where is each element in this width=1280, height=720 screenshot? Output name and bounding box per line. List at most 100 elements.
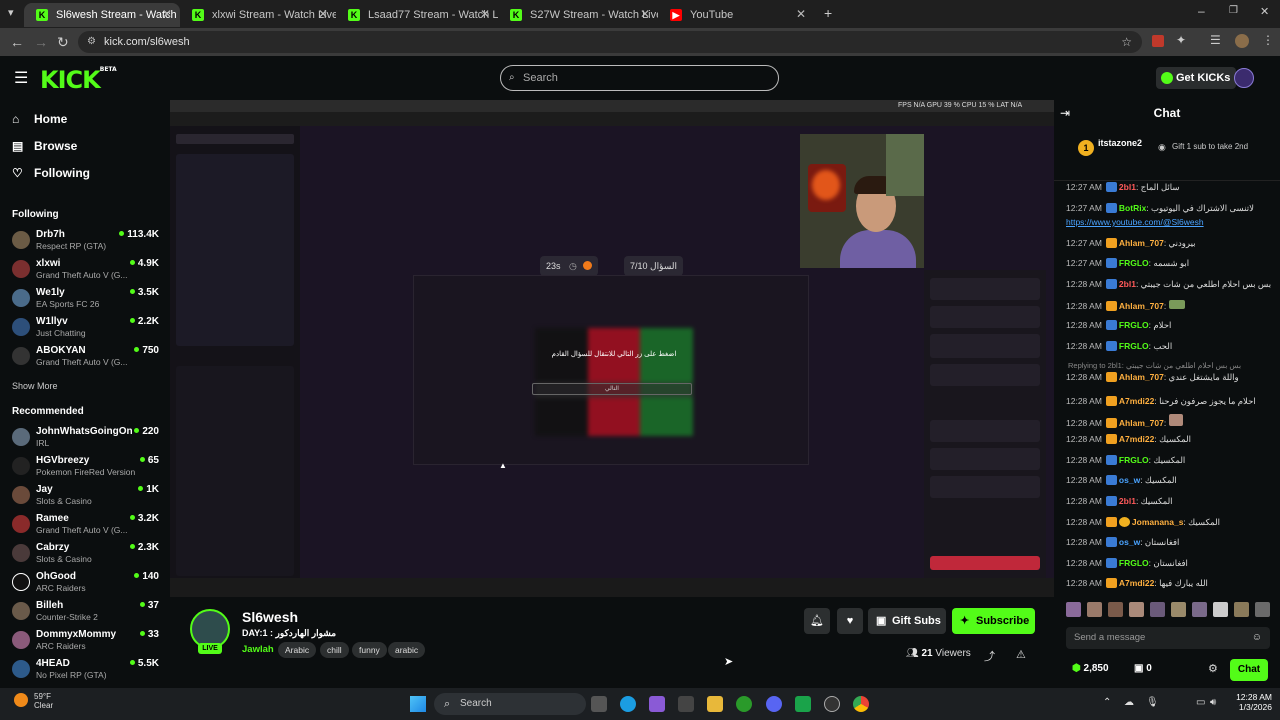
minimize-icon[interactable]: –: [1198, 4, 1205, 18]
send-chat-button[interactable]: Chat: [1230, 659, 1268, 681]
extensions-puzzle-icon[interactable]: ✦: [1176, 33, 1186, 47]
video-player[interactable]: FPS N/A GPU 39 % CPU 15 % LAT N/A 23s ◷ …: [170, 100, 1054, 597]
close-tab-icon[interactable]: ✕: [796, 7, 806, 21]
obs-icon[interactable]: [824, 696, 840, 712]
task-view-icon[interactable]: [591, 696, 607, 712]
tab-xlxwi[interactable]: K xlxwi Stream - Watch Live on K ✕: [180, 3, 336, 27]
tag-chill[interactable]: chill: [320, 642, 349, 658]
nav-following[interactable]: ♡ Following: [12, 166, 90, 180]
recommended-channel[interactable]: JohnWhatsGoingOn IRL 220: [12, 426, 162, 452]
following-channel[interactable]: We1ly EA Sports FC 26 3.5K: [12, 287, 162, 313]
recommended-channel[interactable]: Cabrzy Slots & Casino 2.3K: [12, 542, 162, 568]
recommended-channel[interactable]: Ramee Grand Theft Auto V (G... 3.2K: [12, 513, 162, 539]
new-tab-icon[interactable]: +: [824, 5, 832, 21]
nav-browse[interactable]: ▤ Browse: [12, 139, 77, 153]
extension-icon[interactable]: [1152, 35, 1164, 47]
system-clock[interactable]: 12:28 AM 1/3/2026: [1224, 692, 1272, 712]
file-explorer-icon[interactable]: [707, 696, 723, 712]
show-more-link[interactable]: Show More: [12, 381, 58, 391]
subscribe-button[interactable]: ✦ Subscribe: [952, 608, 1035, 634]
recommended-channel[interactable]: Jay Slots & Casino 1K: [12, 484, 162, 510]
following-channel[interactable]: Drb7h Respect RP (GTA) 113.4K: [12, 229, 162, 255]
kick-logo[interactable]: KICKBETA: [40, 66, 117, 94]
gift-subs-button[interactable]: ▣ Gift Subs: [868, 608, 946, 634]
url-field[interactable]: ⚙ kick.com/sl6wesh ☆: [78, 31, 1142, 53]
emote-icon[interactable]: [1213, 602, 1228, 617]
site-info-icon[interactable]: ⚙: [87, 31, 96, 53]
recommended-channel[interactable]: OhGood ARC Raiders 140: [12, 571, 162, 597]
emote-icon[interactable]: [1087, 602, 1102, 617]
profile-avatar[interactable]: [1235, 34, 1249, 48]
tab-youtube[interactable]: ▶ YouTube ✕: [658, 3, 814, 27]
emote-icon[interactable]: [1150, 602, 1165, 617]
stream-category[interactable]: Jawlah: [242, 644, 274, 655]
network-icon[interactable]: ▭: [1196, 697, 1205, 708]
tag-funny[interactable]: funny: [352, 642, 387, 658]
emote-icon[interactable]: [1171, 602, 1186, 617]
app-icon[interactable]: [795, 696, 811, 712]
reading-list-icon[interactable]: ☰: [1210, 33, 1221, 47]
site-header: ☰ KICKBETA ⌕ Search Get KICKs: [0, 56, 1280, 100]
emote-icon[interactable]: [1108, 602, 1123, 617]
search-input[interactable]: ⌕ Search: [500, 65, 779, 91]
recommended-channel[interactable]: 4HEAD No Pixel RP (GTA) 5.5K: [12, 658, 162, 684]
chat-link[interactable]: https://www.youtube.com/@Sl6wesh: [1066, 217, 1272, 227]
streamer-name[interactable]: Sl6wesh: [242, 609, 298, 625]
emoji-icon[interactable]: ☺: [1252, 627, 1262, 649]
forward-icon[interactable]: →: [34, 34, 48, 50]
taskbar-search[interactable]: ⌕ Search: [434, 693, 586, 715]
weather-widget[interactable]: 59°F Clear: [34, 692, 53, 710]
share-icon[interactable]: ⤴: [984, 648, 995, 664]
edge-icon[interactable]: [620, 696, 636, 712]
maximize-icon[interactable]: ❐: [1229, 5, 1238, 16]
browser-menu-icon[interactable]: ⋮: [1262, 33, 1274, 47]
following-channel[interactable]: ABOKYAN Grand Theft Auto V (G... 750: [12, 345, 162, 371]
recommended-channel[interactable]: HGVbreezy Pokemon FireRed Version 65: [12, 455, 162, 481]
user-avatar[interactable]: [1234, 68, 1254, 88]
reload-icon[interactable]: ↻: [57, 34, 69, 51]
menu-hamburger-icon[interactable]: ☰: [14, 68, 28, 88]
nav-home[interactable]: ⌂ Home: [12, 112, 67, 126]
close-window-icon[interactable]: ✕: [1260, 5, 1269, 18]
tab-list-icon[interactable]: ▾: [8, 6, 14, 19]
following-channel[interactable]: W1llyv Just Chatting 2.2K: [12, 316, 162, 342]
bookmark-star-icon[interactable]: ☆: [1121, 31, 1132, 53]
emote-icon[interactable]: [1066, 602, 1081, 617]
back-icon[interactable]: ←: [10, 34, 24, 50]
gift-count[interactable]: ▣ 0: [1134, 663, 1152, 674]
tray-chevron-icon[interactable]: ⌃: [1103, 697, 1111, 708]
tag-arabic-2[interactable]: arabic: [388, 642, 426, 658]
close-tab-icon[interactable]: ✕: [318, 7, 328, 21]
channel-points[interactable]: ⬢ 2,850: [1072, 663, 1109, 674]
tab-sl6wesh[interactable]: K Sl6wesh Stream - Watch Live o ✕: [24, 3, 180, 27]
tab-s27w[interactable]: K S27W Stream - Watch Live on K ✕: [498, 3, 658, 27]
emote-icon[interactable]: [1234, 602, 1249, 617]
report-icon[interactable]: ⚠: [1016, 648, 1026, 661]
emote-icon[interactable]: [1129, 602, 1144, 617]
mic-icon[interactable]: 🎙︎: [1146, 697, 1159, 708]
recommended-channel[interactable]: DommyxMommy ARC Raiders 33: [12, 629, 162, 655]
emote-icon[interactable]: [1255, 602, 1270, 617]
close-tab-icon[interactable]: ✕: [480, 7, 490, 21]
leaderboard-user[interactable]: itstazone2: [1098, 138, 1142, 148]
following-channel[interactable]: xlxwi Grand Theft Auto V (G... 4.9K: [12, 258, 162, 284]
emote-icon[interactable]: [1192, 602, 1207, 617]
recommended-channel[interactable]: Billeh Counter-Strike 2 37: [12, 600, 162, 626]
store-icon[interactable]: [678, 696, 694, 712]
chrome-icon[interactable]: [853, 696, 869, 712]
tag-arabic[interactable]: Arabic: [278, 642, 317, 658]
onedrive-icon[interactable]: ☁: [1124, 697, 1134, 708]
chat-message-input[interactable]: Send a message ☺: [1066, 627, 1270, 649]
copilot-icon[interactable]: [649, 696, 665, 712]
windows-start-icon[interactable]: [410, 696, 426, 712]
follow-heart-button[interactable]: ♥: [837, 608, 863, 634]
volume-icon[interactable]: 🔊︎: [1210, 697, 1216, 708]
xbox-icon[interactable]: [736, 696, 752, 712]
chat-settings-icon[interactable]: ⚙: [1208, 662, 1218, 675]
close-tab-icon[interactable]: ✕: [640, 7, 650, 21]
notification-bell-button[interactable]: 🔔︎: [804, 608, 830, 634]
discord-icon[interactable]: [766, 696, 782, 712]
tab-lsaad77[interactable]: K Lsaad77 Stream - Watch Live o ✕: [336, 3, 498, 27]
get-kicks-button[interactable]: Get KICKs: [1156, 67, 1237, 89]
close-tab-icon[interactable]: ✕: [162, 7, 172, 21]
